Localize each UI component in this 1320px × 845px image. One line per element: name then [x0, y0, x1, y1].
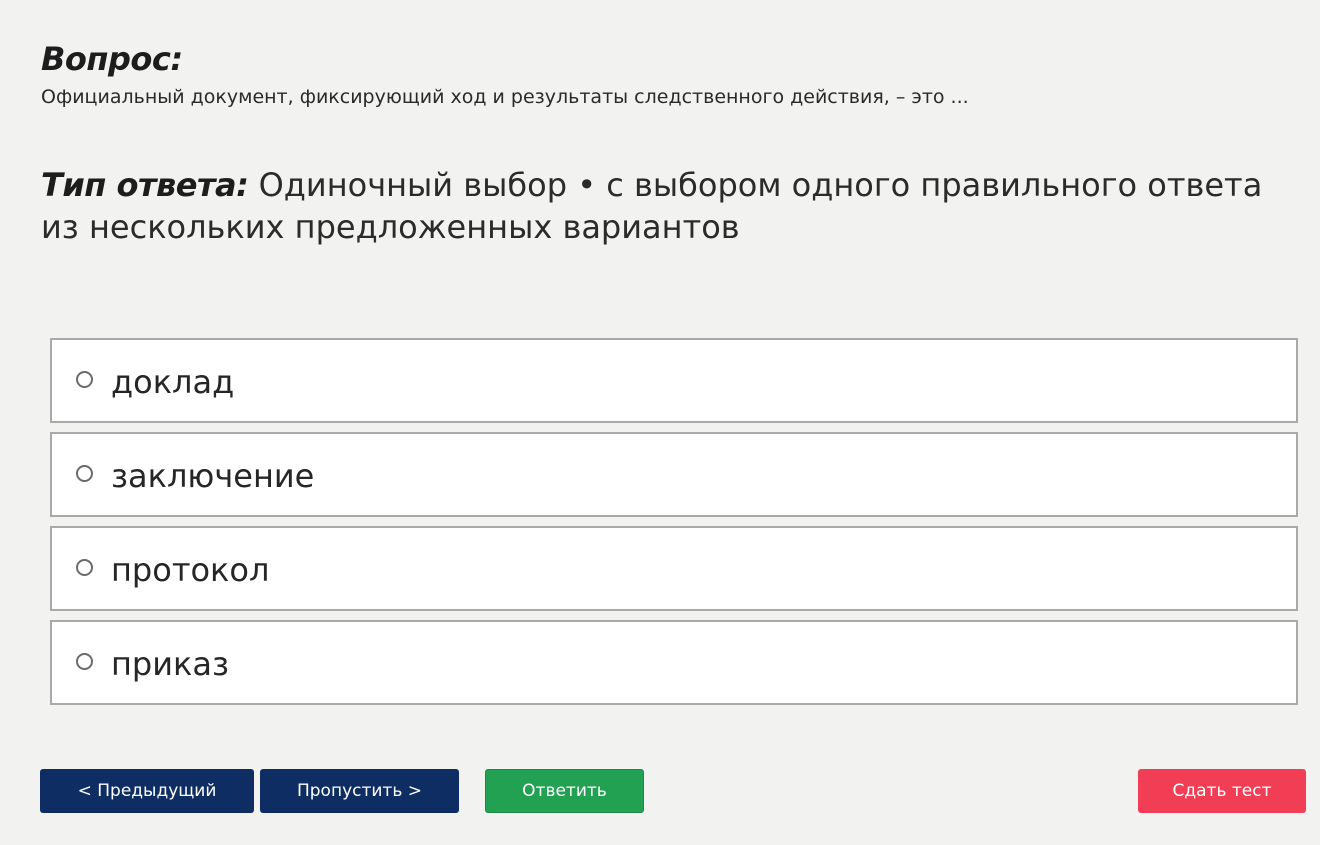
- submit-test-button[interactable]: Сдать тест: [1138, 769, 1306, 813]
- answer-option-label: протокол: [111, 551, 270, 589]
- skip-button[interactable]: Пропустить >: [260, 769, 459, 813]
- previous-button[interactable]: < Предыдущий: [40, 769, 254, 813]
- radio-button[interactable]: [76, 559, 93, 576]
- radio-button[interactable]: [76, 465, 93, 482]
- answer-type-label: Тип ответа:: [41, 166, 249, 204]
- answer-option[interactable]: доклад: [50, 338, 1298, 423]
- answer-type: Тип ответа: Одиночный выбор • с выбором …: [41, 164, 1281, 248]
- question-heading: Вопрос:: [41, 40, 183, 78]
- question-text: Официальный документ, фиксирующий ход и …: [41, 86, 969, 108]
- radio-button[interactable]: [76, 653, 93, 670]
- answer-button[interactable]: Ответить: [485, 769, 644, 813]
- answer-option-label: заключение: [111, 457, 315, 495]
- answer-options: доклад заключение протокол приказ: [50, 338, 1298, 714]
- answer-option[interactable]: заключение: [50, 432, 1298, 517]
- quiz-page: Вопрос: Официальный документ, фиксирующи…: [0, 0, 1320, 845]
- answer-option[interactable]: протокол: [50, 526, 1298, 611]
- radio-button[interactable]: [76, 371, 93, 388]
- answer-option-label: приказ: [111, 645, 229, 683]
- answer-option[interactable]: приказ: [50, 620, 1298, 705]
- answer-option-label: доклад: [111, 363, 235, 401]
